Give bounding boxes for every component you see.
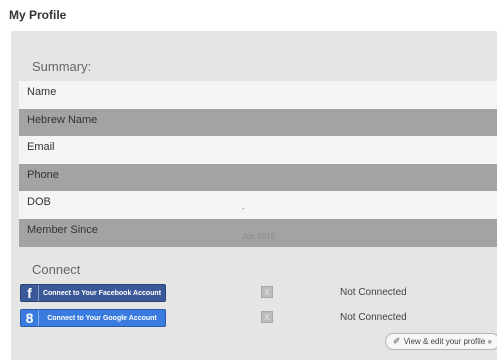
connect-facebook-button[interactable]: f Connect to Your Facebook Account [20, 284, 166, 302]
profile-panel: Summary: Name Hebrew Name Email Phone DO… [11, 31, 497, 360]
google-button-label: Connect to Your Google Account [47, 314, 157, 322]
facebook-status: Not Connected [340, 287, 407, 298]
google-icon: 8 [21, 310, 39, 326]
summary-row-hebrew-name: Hebrew Name [19, 108, 497, 137]
row-label: Hebrew Name [27, 113, 98, 126]
summary-row-phone: Phone [19, 163, 497, 192]
remove-google-button[interactable]: X [261, 311, 273, 323]
summary-row-dob: DOB - [19, 191, 497, 219]
facebook-button-label: Connect to Your Facebook Account [42, 289, 162, 297]
page-title: My Profile [9, 8, 67, 22]
row-value: - [242, 204, 245, 214]
view-edit-label: View & edit your profile » [403, 337, 492, 346]
facebook-icon: f [21, 285, 39, 301]
row-label: Name [27, 86, 57, 98]
row-label: Phone [27, 168, 59, 181]
summary-table: Name Hebrew Name Email Phone DOB - Membe… [19, 81, 497, 247]
connect-google-button[interactable]: 8 Connect to Your Google Account [20, 309, 166, 327]
summary-row-name: Name [19, 81, 497, 109]
summary-heading: Summary: [32, 59, 92, 74]
summary-row-email: Email [19, 136, 497, 164]
row-label: DOB [27, 196, 51, 209]
summary-row-member-since: Member Since Jun 2012 [19, 218, 497, 247]
row-value: Jun 2012 [242, 231, 275, 241]
view-edit-profile-button[interactable]: ✐ View & edit your profile » [385, 333, 497, 350]
remove-facebook-button[interactable]: X [261, 286, 273, 298]
pencil-icon: ✐ [393, 336, 401, 346]
google-status: Not Connected [340, 312, 407, 323]
connect-heading: Connect [32, 262, 81, 277]
row-label: Member Since [27, 223, 98, 236]
row-label: Email [27, 141, 55, 154]
